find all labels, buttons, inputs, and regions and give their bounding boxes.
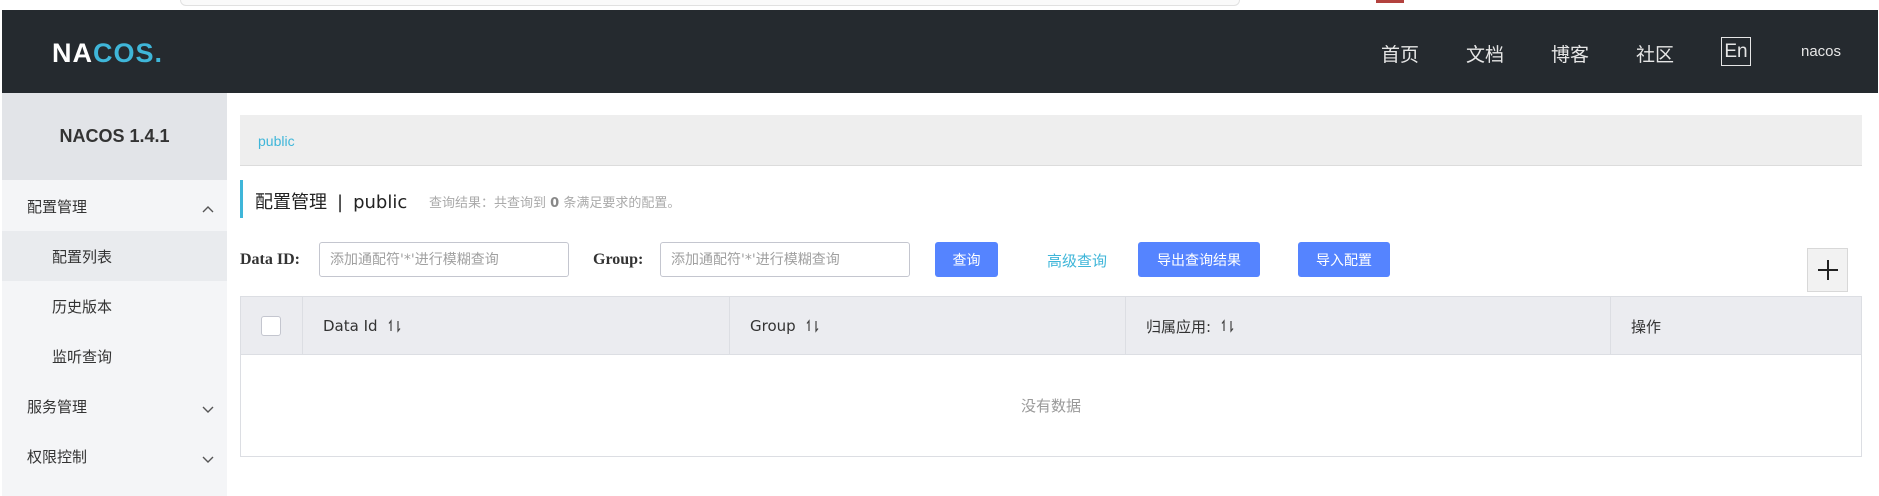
extension-icon[interactable] xyxy=(1376,0,1404,3)
filter-bar: Data ID: Group: 查询 高级查询 导出查询结果 导入配置 xyxy=(240,240,1640,280)
column-header-label: Data Id xyxy=(323,317,378,335)
sort-icon[interactable] xyxy=(1221,319,1235,333)
dataid-input[interactable] xyxy=(319,242,569,277)
column-header-actions: 操作 xyxy=(1611,297,1861,355)
nav-home[interactable]: 首页 xyxy=(1381,40,1419,67)
query-result-text: 查询结果：共查询到 0 条满足要求的配置。 xyxy=(429,192,680,211)
sidebar-item-history[interactable]: 历史版本 xyxy=(2,281,227,331)
chevron-down-icon xyxy=(201,400,215,413)
namespace-bar: public xyxy=(240,115,1862,166)
search-button[interactable]: 查询 xyxy=(935,242,998,277)
sidebar-item-permission-control[interactable]: 权限控制 xyxy=(2,431,227,481)
chevron-up-icon xyxy=(201,200,215,213)
nav-blog[interactable]: 博客 xyxy=(1551,40,1589,67)
select-all-cell xyxy=(241,297,303,355)
user-name[interactable]: nacos xyxy=(1801,43,1841,60)
title-accent-bar xyxy=(240,180,243,218)
browser-top-strip xyxy=(0,0,1879,10)
page-title-namespace: public xyxy=(353,192,408,213)
logo-dot: . xyxy=(154,37,164,68)
sidebar-version: NACOS 1.4.1 xyxy=(2,93,227,180)
column-header-group[interactable]: Group xyxy=(730,297,1126,355)
query-result-prefix: 查询结果：共查询到 xyxy=(429,196,547,211)
add-config-button[interactable] xyxy=(1807,248,1848,292)
table-header: Data Id Group 归属应用: 操作 xyxy=(241,297,1861,355)
sort-icon[interactable] xyxy=(806,319,820,333)
nacos-logo[interactable]: NA COS. xyxy=(52,33,163,73)
page-title-separator: | xyxy=(337,192,344,213)
page-title-main: 配置管理 xyxy=(255,192,327,213)
column-header-dataid[interactable]: Data Id xyxy=(303,297,730,355)
sort-icon[interactable] xyxy=(388,319,402,333)
page-title: 配置管理 | public xyxy=(255,188,407,214)
namespace-link-public[interactable]: public xyxy=(258,133,295,149)
export-results-button[interactable]: 导出查询结果 xyxy=(1138,242,1260,277)
sidebar-item-label: 服务管理 xyxy=(27,397,88,416)
sidebar-item-label: 配置列表 xyxy=(52,247,113,266)
select-all-checkbox[interactable] xyxy=(261,316,281,336)
sidebar-item-config-management[interactable]: 配置管理 xyxy=(2,181,227,231)
column-header-app[interactable]: 归属应用: xyxy=(1126,297,1611,355)
sidebar-item-config-list[interactable]: 配置列表 xyxy=(2,231,227,281)
advanced-search-link[interactable]: 高级查询 xyxy=(1047,250,1107,271)
query-result-suffix: 条满足要求的配置。 xyxy=(563,196,681,211)
import-config-button[interactable]: 导入配置 xyxy=(1298,242,1390,277)
column-header-label: 归属应用: xyxy=(1146,317,1212,336)
logo-text-main: NA xyxy=(52,37,93,68)
address-bar[interactable] xyxy=(180,0,1240,6)
query-result-count: 0 xyxy=(550,196,560,211)
empty-state-text: 没有数据 xyxy=(1020,397,1081,415)
logo-text-accent: COS xyxy=(93,37,155,68)
sidebar-item-label: 配置管理 xyxy=(27,197,88,216)
sidebar-item-label: 历史版本 xyxy=(52,297,113,316)
dataid-label: Data ID: xyxy=(240,251,300,268)
group-label: Group: xyxy=(593,251,644,268)
plus-icon xyxy=(1817,260,1838,280)
nav-docs[interactable]: 文档 xyxy=(1466,40,1504,67)
chevron-down-icon xyxy=(201,450,215,463)
config-table: Data Id Group 归属应用: 操作 没有数据 xyxy=(240,296,1862,457)
page-title-row: 配置管理 | public 查询结果：共查询到 0 条满足要求的配置。 xyxy=(240,180,1540,218)
top-header: NA COS. 首页 文档 博客 社区 En nacos xyxy=(2,10,1878,93)
language-switch-button[interactable]: En xyxy=(1721,37,1751,66)
column-header-label: Group xyxy=(750,317,796,335)
sidebar-item-listener-query[interactable]: 监听查询 xyxy=(2,331,227,381)
sidebar-item-service-management[interactable]: 服务管理 xyxy=(2,381,227,431)
sidebar: NACOS 1.4.1 配置管理 配置列表 历史版本 监听查询 服务管理 权限控… xyxy=(2,93,227,496)
group-input[interactable] xyxy=(660,242,910,277)
sidebar-item-label: 监听查询 xyxy=(52,347,113,366)
sidebar-item-label: 权限控制 xyxy=(27,447,88,466)
nav-community[interactable]: 社区 xyxy=(1636,40,1674,67)
column-header-label: 操作 xyxy=(1631,317,1662,336)
